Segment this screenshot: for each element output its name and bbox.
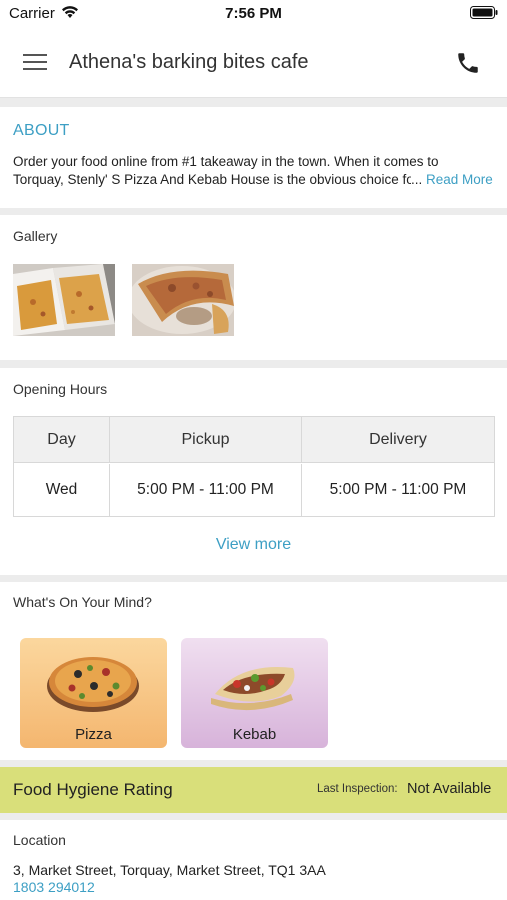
gallery-image-pizza-boxes[interactable]	[13, 264, 115, 336]
read-more-link[interactable]: Read More	[426, 172, 493, 187]
gallery-heading: Gallery	[13, 228, 58, 244]
column-header-day: Day	[14, 417, 110, 462]
table-header-row: Day Pickup Delivery	[14, 417, 494, 463]
hamburger-menu-icon[interactable]	[23, 52, 47, 72]
about-heading: ABOUT	[13, 122, 70, 139]
page-title: Athena's barking bites cafe	[69, 51, 309, 73]
category-label-kebab: Kebab	[232, 726, 277, 743]
opening-hours-table: Day Pickup Delivery Wed 5:00 PM - 11:00 …	[13, 416, 495, 517]
column-header-pickup: Pickup	[110, 417, 302, 462]
kebab-icon	[211, 667, 295, 711]
column-header-delivery: Delivery	[369, 430, 427, 448]
about-text-line-1: Order your food online from #1 takeaway …	[13, 154, 439, 169]
category-tile-pizza[interactable]: Pizza	[20, 638, 167, 748]
phone-icon[interactable]	[455, 50, 481, 76]
category-label-pizza: Pizza	[75, 726, 112, 743]
delivery-hours-cell: 5:00 PM - 11:00 PM	[329, 481, 467, 498]
about-text-truncated: Torquay, Stenly' S Pizza And Kebab House…	[13, 172, 411, 187]
status-bar: Carrier 7:56 PM	[0, 0, 507, 28]
pickup-hours-cell: 5:00 PM - 11:00 PM	[110, 464, 302, 516]
gallery-image-pizza-slice[interactable]	[132, 264, 234, 336]
about-ellipsis: ...	[411, 172, 423, 187]
pizza-icon	[47, 657, 139, 712]
battery-icon	[470, 6, 498, 19]
location-phone-link[interactable]: 1803 294012	[13, 879, 95, 895]
food-hygiene-rating-bar: Food Hygiene Rating Last Inspection: Not…	[0, 767, 507, 813]
about-description: Order your food online from #1 takeaway …	[13, 153, 498, 189]
category-tile-kebab[interactable]: Kebab	[181, 638, 328, 748]
day-cell: Wed	[14, 464, 110, 516]
status-time: 7:56 PM	[225, 5, 282, 22]
view-more-link[interactable]: View more	[0, 536, 507, 554]
whats-on-your-mind-section: What's On Your Mind? Pizza Kebab	[0, 582, 507, 760]
location-section: Location 3, Market Street, Torquay, Mark…	[0, 820, 507, 900]
location-address: 3, Market Street, Torquay, Market Street…	[13, 862, 326, 878]
opening-hours-heading: Opening Hours	[13, 381, 108, 397]
gallery-section: Gallery	[0, 215, 507, 360]
about-section: ABOUT Order your food online from #1 tak…	[0, 107, 507, 208]
app-header: Athena's barking bites cafe	[0, 28, 507, 98]
location-heading: Location	[13, 832, 66, 848]
food-hygiene-title: Food Hygiene Rating	[13, 780, 173, 799]
last-inspection-value: Not Available	[407, 781, 492, 797]
table-row: Wed 5:00 PM - 11:00 PM 5:00 PM - 11:00 P…	[14, 464, 494, 516]
about-text-line-2: Torquay, Stenly' S Pizza And Kebab House…	[13, 171, 498, 189]
whats-on-your-mind-heading: What's On Your Mind?	[13, 594, 152, 610]
last-inspection-label: Last Inspection:	[317, 783, 398, 795]
opening-hours-section: Opening Hours Day Pickup Delivery Wed 5:…	[0, 368, 507, 575]
